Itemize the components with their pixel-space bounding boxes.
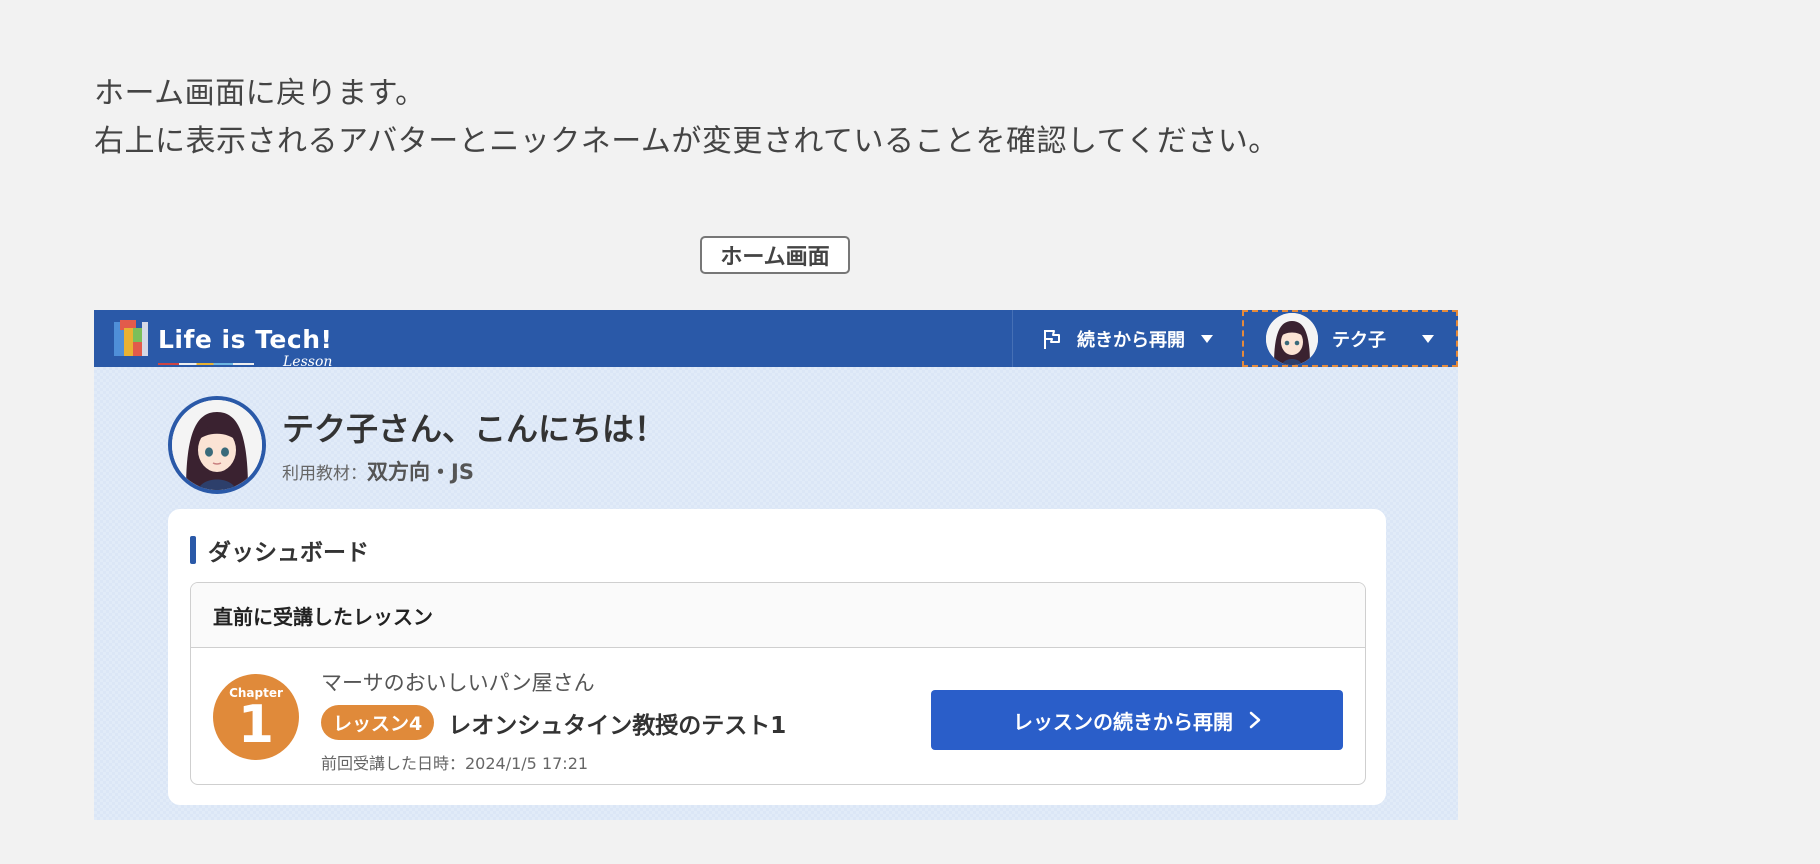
- chapter-number: 1: [237, 695, 275, 755]
- instruction-text: ホーム画面に戻ります。 右上に表示されるアバターとニックネームが変更されているこ…: [94, 70, 1279, 166]
- last-taken-date: 前回受講した日時：2024/1/5 17:21: [321, 754, 589, 773]
- lesson-number-tag: レッスン4: [321, 705, 435, 740]
- chevron-right-icon: [1249, 711, 1261, 729]
- dashboard-title: ダッシュボード: [190, 533, 369, 567]
- material-info: 利用教材：双方向・JS: [282, 456, 666, 486]
- dashboard-title-text: ダッシュボード: [208, 540, 369, 566]
- logo[interactable]: Life is Tech! Lesson: [114, 316, 333, 369]
- material-value: 双方向・JS: [367, 460, 474, 484]
- course-name: マーサのおいしいパン屋さん: [321, 671, 595, 695]
- top-navigation-bar: Life is Tech! Lesson 続きから再開 テク子: [94, 310, 1458, 369]
- chapter-badge: Chapter 1: [213, 674, 299, 760]
- logo-subtext: Lesson: [283, 353, 333, 370]
- logo-text: Life is Tech!: [158, 324, 333, 354]
- resume-lesson-button[interactable]: レッスンの続きから再開: [931, 690, 1343, 750]
- user-nickname: テク子: [1332, 329, 1386, 351]
- caret-down-icon: [1422, 334, 1434, 343]
- flag-icon: [1044, 329, 1060, 349]
- screen-caption: ホーム画面: [700, 236, 850, 274]
- dashboard-card: ダッシュボード 直前に受講したレッスン Chapter 1 マーサのおいしいパン…: [168, 509, 1386, 805]
- instruction-line-1: ホーム画面に戻ります。: [94, 76, 426, 111]
- logo-icon: [114, 320, 148, 358]
- greeting-title: テク子さん、こんにちは！: [282, 410, 667, 448]
- avatar: [1266, 312, 1318, 365]
- caret-down-icon: [1201, 334, 1213, 343]
- resume-lesson-button-label: レッスンの続きから再開: [1013, 709, 1233, 734]
- lesson-info: マーサのおいしいパン屋さん レッスン4 レオンシュタイン教授のテスト1 前回受講…: [321, 667, 786, 774]
- greeting-section: テク子さん、こんにちは！ 利用教材：双方向・JS: [168, 396, 666, 494]
- title-accent-bar: [190, 536, 196, 564]
- material-label: 利用教材：: [282, 464, 367, 484]
- resume-dropdown-label: 続きから再開: [1077, 329, 1185, 351]
- lesson-title: レオンシュタイン教授のテスト1: [448, 712, 787, 739]
- avatar: [168, 396, 266, 494]
- last-lesson-heading: 直前に受講したレッスン: [191, 583, 1365, 648]
- last-lesson-panel: 直前に受講したレッスン Chapter 1 マーサのおいしいパン屋さん レッスン…: [190, 582, 1366, 785]
- instruction-line-2: 右上に表示されるアバターとニックネームが変更されていることを確認してください。: [94, 124, 1279, 159]
- app-screenshot: Life is Tech! Lesson 続きから再開 テク子 テク子さん、こん…: [94, 310, 1458, 820]
- resume-dropdown[interactable]: 続きから再開: [1012, 310, 1238, 367]
- user-menu[interactable]: テク子: [1242, 310, 1458, 367]
